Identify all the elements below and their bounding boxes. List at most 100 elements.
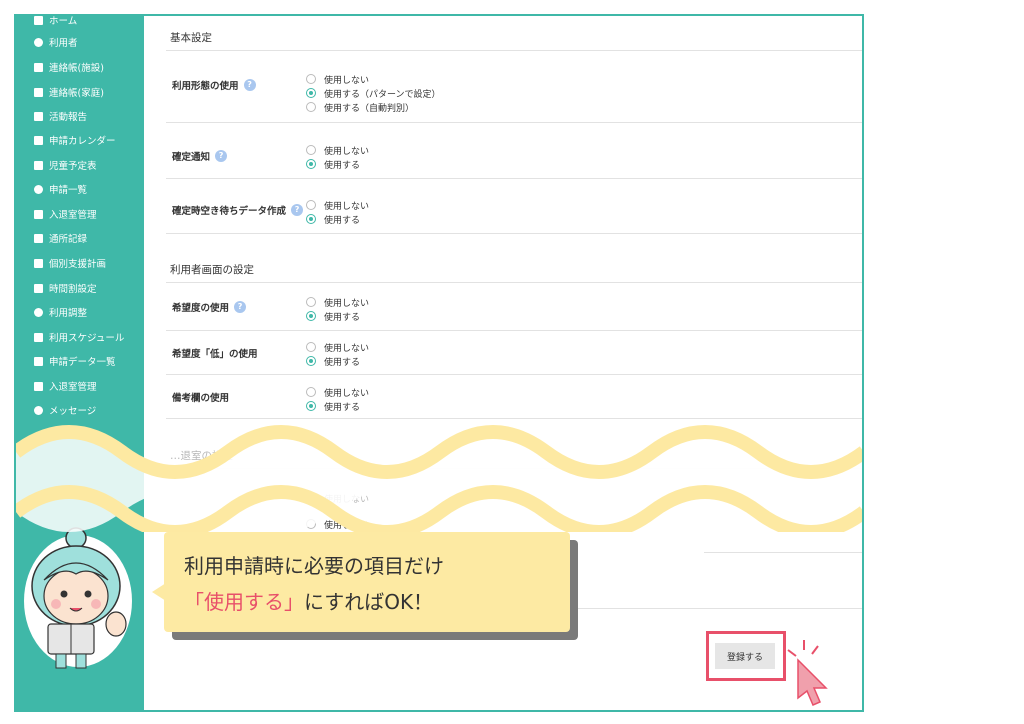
radio-confirm-notice-on[interactable]: 使用する bbox=[306, 158, 360, 171]
radio-confirm-notice-off[interactable]: 使用しない bbox=[306, 144, 369, 157]
sidebar-item-contact-facility[interactable]: 連絡帳(施設) bbox=[34, 57, 104, 77]
list-icon bbox=[34, 184, 43, 194]
sidebar-item-contact-home[interactable]: 連絡帳(家庭) bbox=[34, 82, 104, 102]
setting-label-preference: 希望度の使用? bbox=[172, 300, 247, 314]
sidebar-item-support-plan[interactable]: 個別支援計画 bbox=[34, 253, 106, 273]
sidebar-item-label: 連絡帳(施設) bbox=[49, 63, 104, 74]
divider bbox=[166, 122, 862, 123]
callout-line-2-rest: にすればOK！ bbox=[304, 590, 434, 614]
setting-label-usage-type: 利用形態の使用? bbox=[172, 78, 256, 92]
radio-preference-off[interactable]: 使用しない bbox=[306, 296, 370, 309]
divider bbox=[166, 282, 862, 283]
radio-usage-type-off[interactable]: 使用しない bbox=[306, 73, 369, 86]
divider bbox=[704, 552, 862, 553]
adjust-icon bbox=[34, 307, 43, 317]
sidebar-item-usage-adjust[interactable]: 利用調整 bbox=[34, 302, 87, 322]
radio-waitlist-on[interactable]: 使用する bbox=[306, 213, 361, 226]
sidebar-item-application-list[interactable]: 申請一覧 bbox=[34, 179, 87, 199]
sidebar-item-label: 通所記録 bbox=[49, 234, 88, 245]
sidebar-item-label: ホーム bbox=[49, 16, 78, 27]
cursor-pointer-icon bbox=[787, 640, 828, 706]
sidebar-item-application-data[interactable]: 申請データ一覧 bbox=[34, 351, 116, 371]
sidebar-item-label: 申請データ一覧 bbox=[49, 357, 116, 368]
option-label: 使用しない bbox=[324, 388, 370, 399]
data-icon bbox=[34, 356, 43, 366]
radio-icon bbox=[306, 297, 316, 307]
section-title-user-screen: 利用者画面の設定 bbox=[170, 264, 254, 276]
radio-remarks-off[interactable]: 使用しない bbox=[306, 386, 370, 399]
divider bbox=[166, 178, 862, 179]
users-icon bbox=[34, 37, 43, 47]
divider bbox=[166, 330, 862, 331]
option-label: 使用する bbox=[324, 215, 361, 226]
setting-label-confirm-notice: 確定通知? bbox=[172, 149, 228, 163]
save-button[interactable]: 登録する bbox=[715, 643, 775, 669]
option-label: 使用しない bbox=[324, 298, 370, 309]
radio-icon bbox=[306, 342, 316, 352]
sidebar-item-usage-schedule[interactable]: 利用スケジュール bbox=[34, 327, 124, 347]
help-icon[interactable]: ? bbox=[243, 79, 256, 91]
callout-highlight: 「使用する」 bbox=[184, 590, 304, 614]
report-icon bbox=[34, 111, 43, 121]
setting-label-text: 確定時空き待ちデータ作成 bbox=[172, 206, 287, 217]
radio-icon bbox=[306, 387, 316, 397]
sidebar-item-label: 個別支援計画 bbox=[49, 259, 107, 270]
help-icon[interactable]: ? bbox=[234, 301, 247, 313]
radio-selected-icon bbox=[306, 159, 316, 169]
plan-icon bbox=[34, 258, 43, 268]
sidebar-item-label: 申請カレンダー bbox=[49, 136, 116, 147]
sidebar-item-entry-exit-2[interactable]: 入退室管理 bbox=[34, 376, 97, 396]
radio-waitlist-off[interactable]: 使用しない bbox=[306, 199, 369, 212]
record-icon bbox=[34, 233, 43, 243]
sidebar-item-label: 活動報告 bbox=[49, 112, 88, 123]
radio-low-preference-on[interactable]: 使用する bbox=[306, 355, 360, 368]
option-label: 使用する bbox=[324, 312, 361, 323]
radio-preference-on[interactable]: 使用する bbox=[306, 310, 361, 323]
callout-line-2: 「使用する」にすればOK！ bbox=[184, 586, 433, 615]
radio-selected-icon bbox=[306, 356, 316, 366]
setting-label-text: 希望度の使用 bbox=[172, 303, 230, 314]
radio-usage-type-pattern[interactable]: 使用する（パターンで設定） bbox=[306, 87, 441, 100]
help-icon[interactable]: ? bbox=[215, 150, 228, 162]
sidebar-item-label: 入退室管理 bbox=[49, 382, 97, 393]
sidebar-item-entry-exit[interactable]: 入退室管理 bbox=[34, 204, 97, 224]
sidebar-item-attendance-record[interactable]: 通所記録 bbox=[34, 228, 87, 248]
radio-low-preference-off[interactable]: 使用しない bbox=[306, 341, 370, 354]
radio-remarks-on[interactable]: 使用する bbox=[306, 400, 361, 413]
sidebar: ホーム 利用者 連絡帳(施設) 連絡帳(家庭) 活動報告 申請カレンダー 児童予… bbox=[16, 16, 144, 710]
section-title-basic: 基本設定 bbox=[170, 32, 212, 44]
sidebar-item-child-schedule[interactable]: 児童予定表 bbox=[34, 155, 97, 175]
door-icon bbox=[34, 381, 43, 391]
setting-label-text: 備考欄の使用 bbox=[172, 393, 230, 404]
sidebar-item-label: 利用スケジュール bbox=[49, 333, 125, 344]
help-icon[interactable]: ? bbox=[291, 204, 304, 216]
sidebar-item-users[interactable]: 利用者 bbox=[34, 32, 78, 52]
setting-label-waitlist-data: 確定時空き待ちデータ作成? bbox=[172, 203, 304, 217]
radio-icon bbox=[306, 145, 316, 155]
option-label: 使用する（自動判別） bbox=[324, 103, 415, 114]
option-label: 使用する bbox=[324, 402, 361, 413]
sidebar-item-application-calendar[interactable]: 申請カレンダー bbox=[34, 130, 116, 150]
setting-label-text: 希望度「低」の使用 bbox=[172, 349, 258, 360]
sidebar-item-timetable[interactable]: 時間割設定 bbox=[34, 278, 97, 298]
radio-icon bbox=[306, 102, 316, 112]
callout-bubble: 利用申請時に必要の項目だけ 「使用する」にすればOK！ bbox=[164, 532, 570, 632]
sidebar-item-label: 利用調整 bbox=[49, 308, 88, 319]
schedule-icon bbox=[34, 332, 43, 342]
radio-icon bbox=[306, 74, 316, 84]
sidebar-item-label: 入退室管理 bbox=[49, 210, 97, 221]
sidebar-item-label: 連絡帳(家庭) bbox=[49, 88, 104, 99]
sidebar-item-activity-report[interactable]: 活動報告 bbox=[34, 106, 87, 126]
calendar-icon bbox=[34, 135, 43, 145]
radio-selected-icon bbox=[306, 311, 316, 321]
door-icon bbox=[34, 209, 43, 219]
sidebar-item-label: 児童予定表 bbox=[49, 161, 97, 172]
setting-label-remarks: 備考欄の使用 bbox=[172, 390, 229, 404]
setting-label-text: 利用形態の使用 bbox=[172, 81, 239, 92]
sidebar-item-home[interactable]: ホーム bbox=[34, 16, 78, 30]
mascot-illustration bbox=[24, 527, 132, 669]
wave-break-decoration bbox=[16, 425, 862, 532]
divider bbox=[166, 374, 862, 375]
option-label: 使用しない bbox=[324, 343, 370, 354]
radio-usage-type-auto[interactable]: 使用する（自動判別） bbox=[306, 101, 415, 114]
